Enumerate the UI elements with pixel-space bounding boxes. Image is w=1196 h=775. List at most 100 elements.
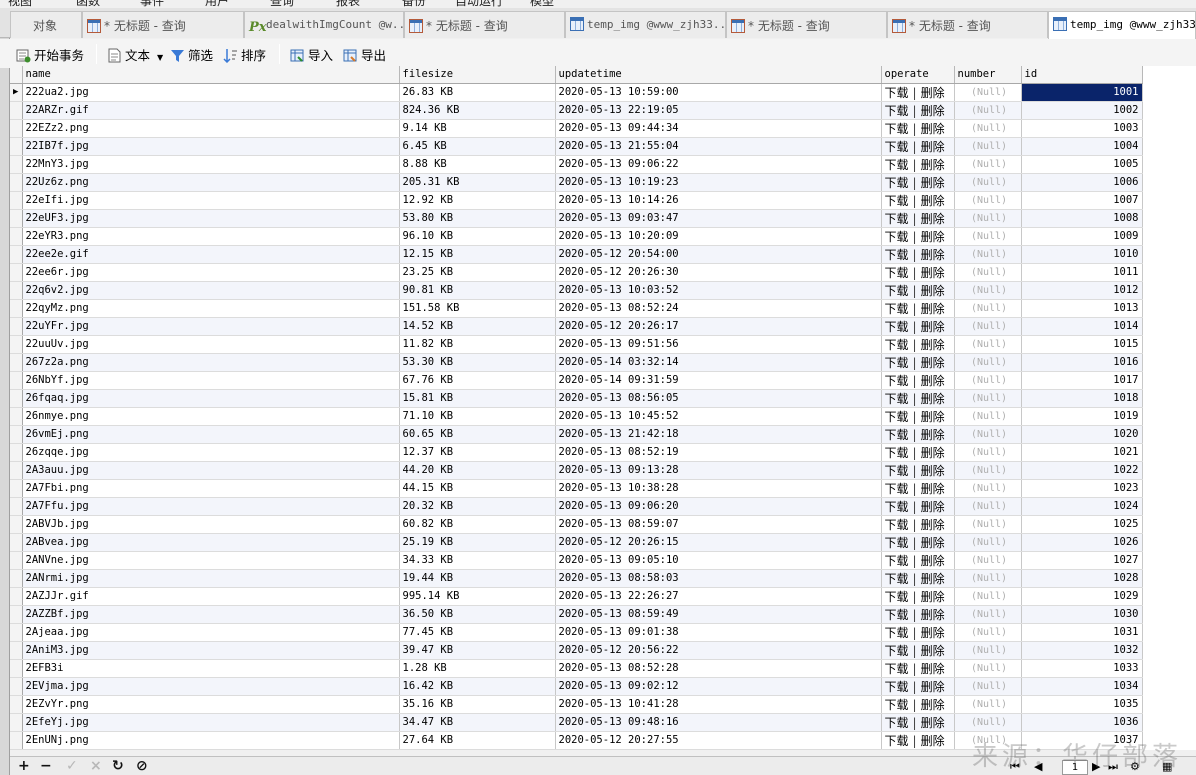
cell-operate[interactable]: 下载 | 删除	[881, 731, 955, 750]
cell-updatetime[interactable]: 2020-05-12 20:26:30	[555, 263, 882, 282]
table-row[interactable]: 2AniM3.jpg 39.47 KB 2020-05-12 20:56:22 下载 |…	[10, 641, 1143, 660]
column-header-operate[interactable]: operate	[881, 66, 955, 84]
row-selector[interactable]	[10, 263, 23, 282]
delete-link[interactable]: 删除	[921, 572, 945, 586]
table-row[interactable]: 2ANrmi.jpg 19.44 KB 2020-05-13 08:58:03 下载 |…	[10, 569, 1143, 588]
row-selector[interactable]	[10, 371, 23, 390]
cell-updatetime[interactable]: 2020-05-13 09:13:28	[555, 461, 882, 480]
cell-number[interactable]: (Null)	[954, 497, 1022, 516]
download-link[interactable]: 下载	[885, 626, 909, 640]
cell-number[interactable]: (Null)	[954, 389, 1022, 408]
cell-number[interactable]: (Null)	[954, 173, 1022, 192]
cell-name[interactable]: 22ee2e.gif	[22, 245, 400, 264]
table-row[interactable]: 22uYFr.jpg 14.52 KB 2020-05-12 20:26:17 下载 |…	[10, 317, 1143, 336]
cell-operate[interactable]: 下载 | 删除	[881, 155, 955, 174]
table-row[interactable]: 22EZz2.png 9.14 KB 2020-05-13 09:44:34 下载 | 删…	[10, 119, 1143, 138]
cell-number[interactable]: (Null)	[954, 587, 1022, 606]
table-row[interactable]: 2EfeYj.jpg 34.47 KB 2020-05-13 09:48:16 下载 |…	[10, 713, 1143, 732]
row-selector[interactable]	[10, 389, 23, 408]
tab-8[interactable]: temp_img @www_zjh33...	[1048, 11, 1196, 39]
cell-operate[interactable]: 下载 | 删除	[881, 713, 955, 732]
cell-updatetime[interactable]: 2020-05-13 08:52:19	[555, 443, 882, 462]
cell-id[interactable]: 1006	[1021, 173, 1143, 192]
cell-filesize[interactable]: 67.76 KB	[399, 371, 556, 390]
row-selector[interactable]	[10, 209, 23, 228]
download-link[interactable]: 下载	[885, 572, 909, 586]
download-link[interactable]: 下载	[885, 338, 909, 352]
cell-updatetime[interactable]: 2020-05-13 09:03:47	[555, 209, 882, 228]
cell-name[interactable]: 2AZZBf.jpg	[22, 605, 400, 624]
download-link[interactable]: 下载	[885, 500, 909, 514]
cell-name[interactable]: 2A3auu.jpg	[22, 461, 400, 480]
tab-6[interactable]: * 无标题 - 查询	[726, 11, 887, 38]
cell-name[interactable]: 22q6v2.jpg	[22, 281, 400, 300]
cell-id[interactable]: 1003	[1021, 119, 1143, 138]
cell-number[interactable]: (Null)	[954, 623, 1022, 642]
cell-id[interactable]: 1036	[1021, 713, 1143, 732]
cell-number[interactable]: (Null)	[954, 695, 1022, 714]
apply-changes-button[interactable]: ✓	[66, 758, 78, 774]
cell-operate[interactable]: 下载 | 删除	[881, 533, 955, 552]
cell-id[interactable]: 1001	[1021, 83, 1143, 102]
cell-number[interactable]: (Null)	[954, 533, 1022, 552]
cell-number[interactable]: (Null)	[954, 101, 1022, 120]
download-link[interactable]: 下载	[885, 716, 909, 730]
menu-item[interactable]: 事件	[140, 0, 164, 8]
cell-updatetime[interactable]: 2020-05-12 20:27:55	[555, 731, 882, 750]
download-link[interactable]: 下载	[885, 86, 909, 100]
row-selector[interactable]	[10, 191, 23, 210]
cell-filesize[interactable]: 71.10 KB	[399, 407, 556, 426]
cell-number[interactable]: (Null)	[954, 245, 1022, 264]
cell-updatetime[interactable]: 2020-05-13 10:14:26	[555, 191, 882, 210]
cell-operate[interactable]: 下载 | 删除	[881, 677, 955, 696]
cell-number[interactable]: (Null)	[954, 263, 1022, 282]
refresh-button[interactable]: ↻	[112, 758, 124, 774]
cell-name[interactable]: 2ABvea.jpg	[22, 533, 400, 552]
delete-link[interactable]: 删除	[921, 86, 945, 100]
stop-button[interactable]: ⊘	[136, 758, 148, 774]
row-selector[interactable]	[10, 551, 23, 570]
cell-name[interactable]: 22ee6r.jpg	[22, 263, 400, 282]
download-link[interactable]: 下载	[885, 554, 909, 568]
table-row[interactable]: 267z2a.png 53.30 KB 2020-05-14 03:32:14 下载 |…	[10, 353, 1143, 372]
tab-1[interactable]: 对象	[10, 11, 82, 38]
cell-updatetime[interactable]: 2020-05-12 20:56:22	[555, 641, 882, 660]
cell-number[interactable]: (Null)	[954, 299, 1022, 318]
download-link[interactable]: 下载	[885, 680, 909, 694]
table-row[interactable]: 2Ajeaa.jpg 77.45 KB 2020-05-13 09:01:38 下载 |…	[10, 623, 1143, 642]
cell-name[interactable]: 2Ajeaa.jpg	[22, 623, 400, 642]
add-record-button[interactable]: +	[18, 758, 30, 774]
cell-filesize[interactable]: 8.88 KB	[399, 155, 556, 174]
table-row[interactable]: 2AZJJr.gif 995.14 KB 2020-05-13 22:26:27 下载…	[10, 587, 1143, 606]
table-row[interactable]: 2A7Fbi.png 44.15 KB 2020-05-13 10:38:28 下载 |…	[10, 479, 1143, 498]
delete-link[interactable]: 删除	[921, 302, 945, 316]
row-selector[interactable]	[10, 227, 23, 246]
cell-updatetime[interactable]: 2020-05-12 20:54:00	[555, 245, 882, 264]
cell-id[interactable]: 1016	[1021, 353, 1143, 372]
delete-link[interactable]: 删除	[921, 518, 945, 532]
cell-name[interactable]: 2EnUNj.png	[22, 731, 400, 750]
cell-name[interactable]: 22Uz6z.png	[22, 173, 400, 192]
menu-item[interactable]: 查询	[270, 0, 294, 8]
download-link[interactable]: 下载	[885, 356, 909, 370]
delete-link[interactable]: 删除	[921, 194, 945, 208]
table-row[interactable]: 22qyMz.png 151.58 KB 2020-05-13 08:52:24 下载…	[10, 299, 1143, 318]
row-selector[interactable]	[10, 695, 23, 714]
menu-item[interactable]: 备份	[402, 0, 426, 8]
cell-filesize[interactable]: 36.50 KB	[399, 605, 556, 624]
cell-updatetime[interactable]: 2020-05-13 10:59:00	[555, 83, 882, 102]
cell-number[interactable]: (Null)	[954, 659, 1022, 678]
cell-number[interactable]: (Null)	[954, 137, 1022, 156]
cell-operate[interactable]: 下载 | 删除	[881, 137, 955, 156]
delete-link[interactable]: 删除	[921, 104, 945, 118]
delete-link[interactable]: 删除	[921, 554, 945, 568]
cell-filesize[interactable]: 53.30 KB	[399, 353, 556, 372]
cell-number[interactable]: (Null)	[954, 425, 1022, 444]
cell-filesize[interactable]: 12.15 KB	[399, 245, 556, 264]
cell-operate[interactable]: 下载 | 删除	[881, 335, 955, 354]
table-row[interactable]: 22ee6r.jpg 23.25 KB 2020-05-12 20:26:30 下载 |…	[10, 263, 1143, 282]
download-link[interactable]: 下载	[885, 428, 909, 442]
cell-operate[interactable]: 下载 | 删除	[881, 227, 955, 246]
import-button[interactable]: 导入	[290, 45, 333, 63]
cell-filesize[interactable]: 34.33 KB	[399, 551, 556, 570]
